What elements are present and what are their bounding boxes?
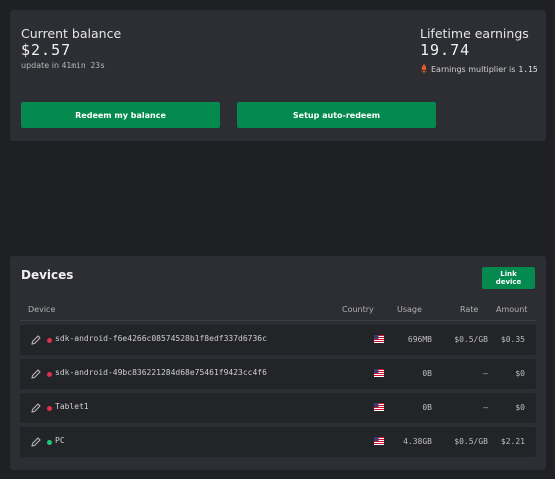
device-rate: — — [483, 369, 488, 378]
multiplier-value: 1.15 — [518, 64, 538, 74]
device-usage: 0B — [422, 369, 432, 378]
table-row: sdk-android-f6e4266c08574528b1f8edf337d6… — [20, 325, 536, 355]
rocket-icon — [421, 64, 427, 74]
device-usage: 4.38GB — [403, 437, 432, 446]
redeem-balance-button[interactable]: Redeem my balance — [21, 102, 220, 128]
us-flag-icon — [374, 369, 384, 377]
pencil-icon[interactable] — [31, 403, 41, 413]
pencil-icon[interactable] — [31, 437, 41, 447]
status-dot — [47, 440, 52, 445]
device-rate: — — [483, 403, 488, 412]
table-row: PC 4.38GB $0.5/GB $2.21 — [20, 427, 536, 457]
balance-update-text: update in 41min 23s — [21, 61, 105, 70]
table-row: sdk-android-49bc836221284d68e75461f9423c… — [20, 359, 536, 389]
setup-auto-redeem-button[interactable]: Setup auto-redeem — [237, 102, 436, 128]
device-name: Tablet1 — [55, 402, 89, 411]
devices-card: Devices Link device Device Country Usage… — [10, 256, 546, 470]
pencil-icon[interactable] — [31, 369, 41, 379]
device-name: PC — [55, 436, 65, 445]
update-prefix: update in — [21, 61, 62, 70]
multiplier-label: Earnings multiplier is — [431, 64, 516, 74]
device-usage: 0B — [422, 403, 432, 412]
devices-title: Devices — [21, 268, 74, 282]
us-flag-icon — [374, 403, 384, 411]
status-dot — [47, 338, 52, 343]
column-header-amount: Amount — [496, 305, 528, 314]
device-name: sdk-android-49bc836221284d68e75461f9423c… — [55, 368, 267, 377]
device-amount: $0 — [515, 369, 525, 378]
earnings-multiplier: Earnings multiplier is 1.15 — [420, 64, 538, 74]
device-usage: 696MB — [407, 335, 432, 344]
update-countdown: 41min 23s — [61, 61, 105, 70]
column-header-rate: Rate — [460, 305, 479, 314]
column-header-usage: Usage — [397, 305, 422, 314]
device-name: sdk-android-f6e4266c08574528b1f8edf337d6… — [55, 334, 267, 343]
status-dot — [47, 372, 52, 377]
lifetime-earnings-value: 19.74 — [420, 41, 471, 59]
column-header-device: Device — [28, 305, 56, 314]
device-amount: $0 — [515, 403, 525, 412]
device-amount: $2.21 — [500, 437, 525, 446]
us-flag-icon — [374, 437, 384, 445]
device-rate: $0.5/GB — [454, 335, 488, 344]
lifetime-earnings-label: Lifetime earnings — [420, 26, 529, 41]
device-amount: $0.35 — [500, 335, 525, 344]
device-rate: $0.5/GB — [454, 437, 488, 446]
table-row: Tablet1 0B — $0 — [20, 393, 536, 423]
link-device-button[interactable]: Link device — [482, 267, 535, 289]
pencil-icon[interactable] — [31, 335, 41, 345]
us-flag-icon — [374, 335, 384, 343]
current-balance-label: Current balance — [21, 26, 122, 41]
column-header-country: Country — [342, 305, 374, 314]
balance-card: Current balance $2.57 update in 41min 23… — [10, 10, 546, 141]
current-balance-value: $2.57 — [21, 41, 72, 59]
status-dot — [47, 406, 52, 411]
table-divider — [20, 320, 536, 321]
